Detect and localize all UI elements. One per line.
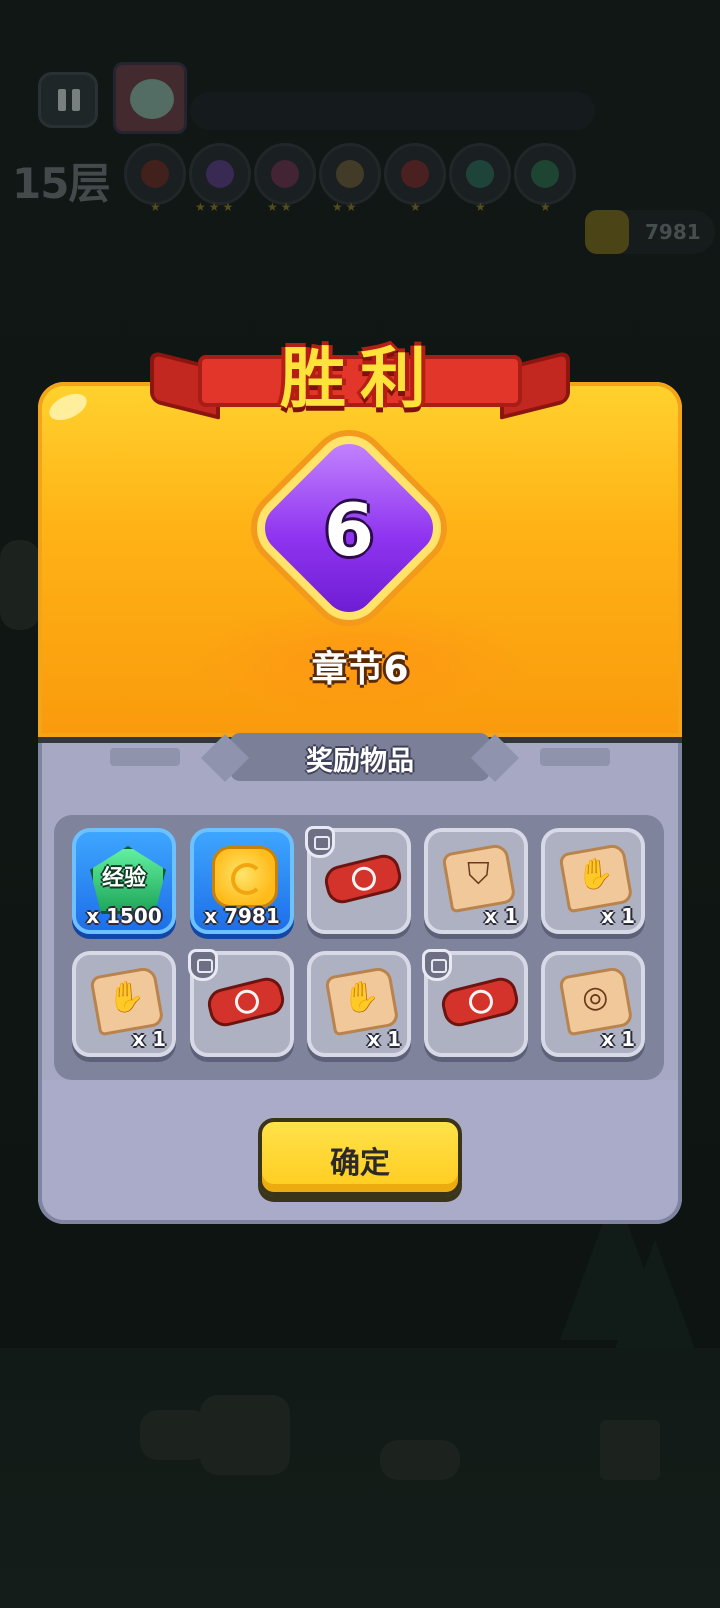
shield-badge-icon — [188, 949, 218, 981]
skill-arrow-up-icon[interactable] — [449, 143, 511, 205]
skill-hexagram-icon[interactable] — [514, 143, 576, 205]
rock — [0, 540, 40, 630]
reward-slot-exp[interactable]: 经验 x 1500 — [72, 828, 176, 934]
coin-counter: 7981 — [585, 210, 715, 254]
shield-badge-icon — [305, 826, 335, 858]
skill-eraser-icon[interactable] — [189, 143, 251, 205]
reward-slot-glove-fragment[interactable]: ✋ x 1 — [72, 951, 176, 1057]
skill-stars: ★ — [410, 200, 424, 214]
chapter-label: 章节6 — [311, 649, 409, 690]
reward-qty: x 1 — [601, 904, 635, 928]
exp-label: 经验 — [101, 866, 146, 891]
reward-qty: x 1 — [367, 1027, 401, 1051]
reward-slot-ring-fragment[interactable]: ◎ x 1 — [541, 951, 645, 1057]
skill-stars: ★ — [150, 200, 164, 214]
glove-fragment-icon: ✋ — [324, 965, 400, 1037]
confirm-button[interactable]: 确定 — [258, 1118, 462, 1196]
ring-fragment-icon: ◎ — [558, 965, 634, 1037]
hud: 15层 ★ ★★★ ★★ ★★ ★ ★ ★ 7981 — [0, 0, 720, 270]
skill-stars: ★★ — [332, 200, 360, 214]
skill-stars: ★ — [540, 200, 554, 214]
floor-label: 15层 — [12, 159, 110, 208]
skill-stars: ★★★ — [195, 200, 237, 214]
coin-amount: 7981 — [645, 220, 701, 244]
armor-fragment-icon: ⛉ — [441, 842, 517, 914]
skill-cane-icon[interactable] — [319, 143, 381, 205]
skill-stars: ★★ — [267, 200, 295, 214]
reward-qty: x 7981 — [204, 904, 280, 928]
skill-stars: ★ — [475, 200, 489, 214]
reward-qty: x 1 — [132, 1027, 166, 1051]
victory-title: 胜利 — [280, 340, 440, 417]
confirm-label: 确定 — [330, 1146, 390, 1181]
victory-banner: 胜利 — [150, 340, 570, 420]
header-wing-left — [110, 748, 180, 766]
reward-slot-gold[interactable]: x 7981 — [190, 828, 294, 934]
rock — [380, 1440, 460, 1480]
tree-stump — [600, 1420, 660, 1480]
chapter-number: 6 — [323, 488, 375, 572]
gold-coin-icon — [585, 210, 629, 254]
rock — [200, 1395, 290, 1475]
skill-bomb-icon[interactable] — [384, 143, 446, 205]
skill-target-icon[interactable] — [124, 143, 186, 205]
skill-rocket-icon[interactable] — [254, 143, 316, 205]
reward-slot-glove-fragment[interactable]: ✋ x 1 — [541, 828, 645, 934]
pause-button[interactable] — [38, 72, 98, 128]
reward-slot-glove-fragment[interactable]: ✋ x 1 — [307, 951, 411, 1057]
red-belt-icon — [204, 974, 288, 1030]
rewards-header: 奖励物品 — [230, 733, 490, 781]
reward-slot-armor-fragment[interactable]: ⛉ x 1 — [424, 828, 528, 934]
rewards-title: 奖励物品 — [306, 746, 414, 777]
gold-coin-icon — [212, 846, 278, 908]
header-wing-right — [540, 748, 610, 766]
reward-qty: x 1 — [484, 904, 518, 928]
glove-fragment-icon: ✋ — [89, 965, 165, 1037]
red-belt-icon — [438, 974, 522, 1030]
red-belt-icon — [321, 851, 405, 907]
glove-fragment-icon: ✋ — [558, 842, 634, 914]
player-avatar[interactable] — [113, 62, 187, 134]
stage-progress-bar — [190, 92, 595, 130]
shield-badge-icon — [422, 949, 452, 981]
reward-qty: x 1 — [601, 1027, 635, 1051]
reward-qty: x 1500 — [86, 904, 162, 928]
